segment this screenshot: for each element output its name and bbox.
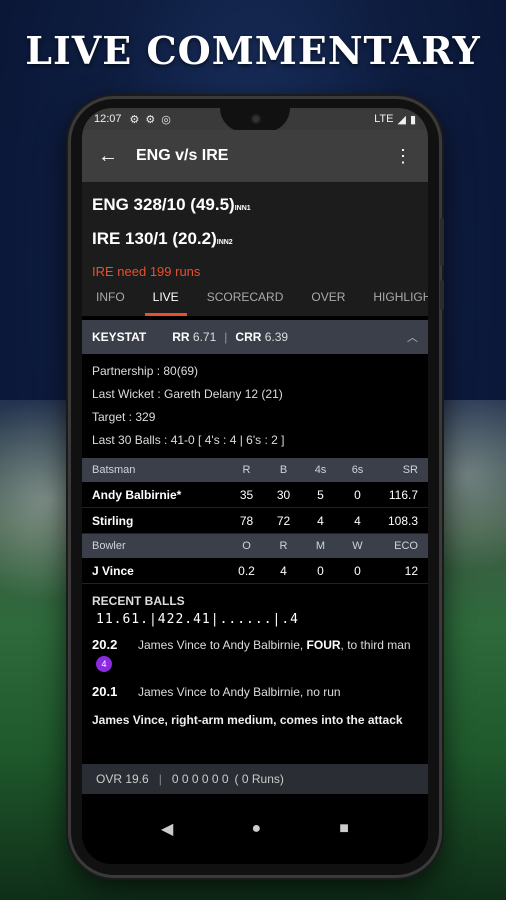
- over-label: OVR 19.6: [96, 772, 149, 786]
- cell: 72: [276, 513, 291, 528]
- crr-label: CRR 6.39: [235, 330, 289, 344]
- recent-balls-title: RECENT BALLS: [92, 594, 185, 608]
- runs-needed: IRE need 199 runs: [92, 264, 201, 279]
- headline: LIVE COMMENTARY: [25, 28, 481, 73]
- table-row[interactable]: Andy Balbirnie* 35 30 5 0 116.7: [82, 482, 428, 508]
- back-nav-icon[interactable]: ◀: [161, 819, 173, 839]
- chevron-up-icon[interactable]: ︿: [407, 329, 418, 345]
- cell: 78: [239, 513, 254, 528]
- batsman-name: Stirling: [92, 513, 134, 528]
- settings-icon: ⚙: [129, 113, 140, 126]
- system-nav-bar: ◀ ● ■: [82, 794, 428, 864]
- status-time: 12:07: [94, 113, 122, 125]
- target: Target : 329: [92, 410, 156, 424]
- divider: |: [224, 330, 228, 344]
- cell: 12: [404, 563, 418, 578]
- over-number: 20.1: [92, 684, 118, 699]
- col-sr: SR: [402, 464, 418, 476]
- cell: 4: [280, 563, 287, 578]
- table-row[interactable]: Stirling 78 72 4 4 108.3: [82, 508, 428, 534]
- cell: 4: [354, 513, 361, 528]
- over-runs: ( 0 Runs): [234, 772, 284, 786]
- cell: 30: [276, 487, 291, 502]
- cell: 4: [317, 513, 324, 528]
- partnership: Partnership : 80(69): [92, 364, 199, 378]
- app-bar: ← ENG v/s IRE ⋮: [82, 130, 428, 182]
- recents-nav-icon[interactable]: ■: [339, 820, 349, 838]
- cell: 0.2: [238, 563, 255, 578]
- team1-score-text: ENG 328/10 (49.5): [92, 195, 235, 214]
- tab-over[interactable]: OVER: [297, 278, 359, 316]
- cell: 35: [239, 487, 254, 502]
- volume-button: [440, 218, 444, 266]
- keystat-header[interactable]: KEYSTAT RR 6.71 | CRR 6.39 ︿: [82, 320, 428, 354]
- commentary-item: 20.1 James Vince to Andy Balbirnie, no r…: [82, 678, 428, 706]
- over-number: 20.2: [92, 637, 118, 652]
- tab-info[interactable]: INFO: [82, 278, 139, 316]
- innings-tag: INN2: [216, 239, 233, 246]
- signal-icon: ◢: [397, 113, 406, 126]
- cell: 5: [317, 487, 324, 502]
- overflow-menu-icon[interactable]: ⋮: [394, 146, 412, 167]
- last-30-balls: Last 30 Balls : 41-0 [ 4's : 4 | 6's : 2…: [92, 433, 285, 447]
- innings-tag: INN1: [234, 205, 251, 212]
- batsman-table-header: Batsman R B 4s 6s SR: [82, 458, 428, 482]
- back-arrow-icon[interactable]: ←: [98, 145, 136, 168]
- col-runs: R: [242, 464, 251, 476]
- col-bowler: Bowler: [92, 540, 126, 552]
- col-overs: O: [242, 540, 251, 552]
- over-balls: 0 0 0 0 0 0: [171, 772, 229, 786]
- settings-icon: ⚙: [145, 113, 156, 126]
- tab-live[interactable]: LIVE: [139, 278, 193, 316]
- divider: |: [158, 772, 162, 786]
- cell: 0: [317, 563, 324, 578]
- bowler-table-header: Bowler O R M W ECO: [82, 534, 428, 558]
- tab-scorecard[interactable]: SCORECARD: [193, 278, 298, 316]
- bowler-name: J Vince: [92, 563, 134, 578]
- col-economy: ECO: [394, 540, 418, 552]
- col-wickets: W: [352, 540, 363, 552]
- match-title: ENG v/s IRE: [136, 147, 229, 164]
- over-col: 20.2 4: [92, 637, 138, 672]
- over-summary-bar: OVR 19.6 | 0 0 0 0 0 0 ( 0 Runs): [82, 764, 428, 794]
- power-button: [440, 280, 444, 310]
- col-maidens: M: [315, 540, 326, 552]
- camera-icon: [251, 114, 261, 124]
- team2-score-text: IRE 130/1 (20.2): [92, 229, 217, 248]
- commentary-text: James Vince to Andy Balbirnie, FOUR, to …: [138, 638, 411, 652]
- keystat-label: KEYSTAT: [92, 330, 147, 344]
- commentary-text: James Vince to Andy Balbirnie, no run: [138, 685, 341, 699]
- col-balls: B: [279, 464, 288, 476]
- battery-icon: ▮: [409, 113, 416, 126]
- col-runs: R: [279, 540, 288, 552]
- col-sixes: 6s: [351, 464, 364, 476]
- team2-score: IRE 130/1 (20.2)INN2: [92, 224, 418, 258]
- cell: 108.3: [387, 513, 418, 528]
- bowler-intro: James Vince, right-arm medium, comes int…: [92, 713, 403, 727]
- network-label: LTE: [374, 113, 394, 125]
- last-wicket: Last Wicket : Gareth Delany 12 (21): [92, 387, 283, 401]
- cell: 0: [354, 487, 361, 502]
- keystat-info: Partnership : 80(69) Last Wicket : Garet…: [82, 354, 428, 458]
- live-content: KEYSTAT RR 6.71 | CRR 6.39 ︿ Partnership…: [82, 320, 428, 794]
- batsman-name: Andy Balbirnie*: [92, 487, 182, 502]
- table-row[interactable]: J Vince 0.2 4 0 0 12: [82, 558, 428, 584]
- recent-balls: 11.61.|422.41|......|.4: [96, 612, 300, 627]
- tab-bar: INFO LIVE SCORECARD OVER HIGHLIGHTS: [82, 278, 428, 316]
- phone-screen: 12:07 ⚙ ⚙ ◎ LTE ◢ ▮ ← ENG v/s IRE ⋮ ENG …: [82, 108, 428, 864]
- score-panel: ENG 328/10 (49.5)INN1 IRE 130/1 (20.2)IN…: [82, 182, 428, 290]
- home-nav-icon[interactable]: ●: [251, 820, 261, 838]
- team1-score: ENG 328/10 (49.5)INN1: [92, 190, 418, 224]
- commentary-item: 20.2 4 James Vince to Andy Balbirnie, FO…: [82, 631, 428, 678]
- tab-highlights[interactable]: HIGHLIGHTS: [359, 278, 428, 316]
- rr-label: RR 6.71: [172, 330, 217, 344]
- sync-icon: ◎: [161, 113, 171, 126]
- cell: 0: [354, 563, 361, 578]
- col-batsman: Batsman: [92, 464, 136, 476]
- col-fours: 4s: [314, 464, 327, 476]
- four-badge: 4: [96, 656, 112, 672]
- cell: 116.7: [388, 487, 418, 502]
